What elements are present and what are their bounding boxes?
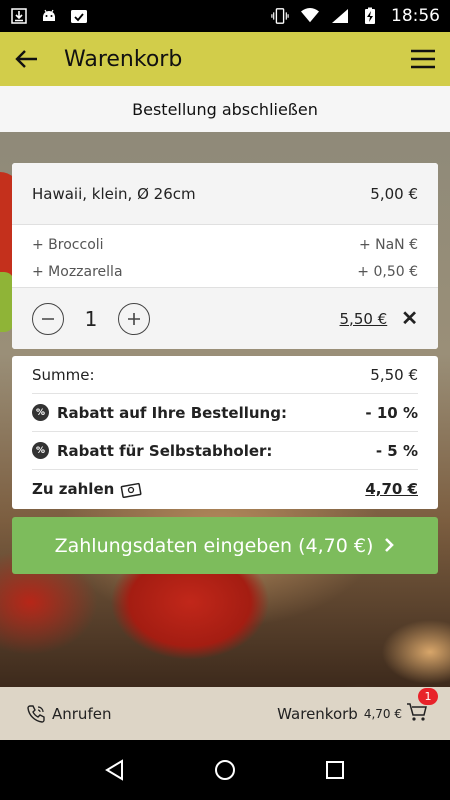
page-title: Warenkorb bbox=[64, 46, 183, 72]
cart-total: 4,70 € bbox=[363, 706, 402, 721]
quantity-value: 1 bbox=[84, 306, 98, 331]
cash-icon bbox=[120, 480, 142, 498]
wifi-icon bbox=[301, 7, 319, 25]
discount-row: % Rabatt auf Ihre Bestellung: - 10 % bbox=[32, 394, 418, 432]
extra-name: + Broccoli bbox=[32, 236, 104, 253]
shopping-cart-icon: 1 bbox=[406, 687, 438, 726]
nav-recents-button[interactable] bbox=[315, 750, 355, 790]
total-value: 4,70 € bbox=[365, 480, 418, 498]
image-check-icon bbox=[70, 7, 88, 25]
discount-label: Rabatt für Selbstabholer: bbox=[57, 441, 273, 460]
circle-home-icon bbox=[215, 760, 235, 780]
line-total: 5,50 € bbox=[339, 309, 388, 328]
chevron-right-icon bbox=[383, 534, 395, 558]
remove-item-button[interactable]: ✕ bbox=[401, 306, 418, 331]
close-icon: ✕ bbox=[401, 308, 418, 330]
cart-item-price: 5,00 € bbox=[370, 184, 418, 203]
call-button[interactable]: Anrufen bbox=[26, 704, 111, 724]
cart-item-header: Hawaii, klein, Ø 26cm 5,00 € bbox=[12, 163, 438, 225]
clock: 18:56 bbox=[391, 6, 440, 26]
cart-item-card: Hawaii, klein, Ø 26cm 5,00 € + Broccoli … bbox=[12, 163, 438, 349]
percent-badge-icon: % bbox=[32, 404, 49, 421]
enter-payment-button[interactable]: Zahlungsdaten eingeben (4,70 €) bbox=[12, 517, 438, 574]
signal-icon bbox=[331, 7, 349, 25]
plus-icon bbox=[128, 312, 140, 325]
subtotal-value: 5,50 € bbox=[370, 365, 418, 384]
percent-badge-icon: % bbox=[32, 442, 49, 459]
download-icon bbox=[10, 7, 28, 25]
battery-charging-icon bbox=[361, 7, 379, 25]
menu-button[interactable] bbox=[408, 44, 438, 74]
call-label: Anrufen bbox=[52, 704, 112, 723]
android-icon bbox=[40, 7, 58, 25]
vibrate-icon bbox=[271, 7, 289, 25]
extra-item: + Broccoli + NaN € bbox=[32, 231, 418, 258]
discount-value: - 5 % bbox=[375, 441, 418, 460]
arrow-left-icon bbox=[15, 50, 37, 68]
enter-payment-label: Zahlungsdaten eingeben (4,70 €) bbox=[54, 534, 374, 557]
cart-count-badge: 1 bbox=[418, 687, 438, 705]
subtotal-label: Summe: bbox=[32, 365, 95, 384]
total-row: Zu zahlen 4,70 € bbox=[32, 470, 418, 508]
triangle-back-icon bbox=[105, 759, 123, 781]
system-navigation-bar bbox=[0, 740, 450, 800]
order-summary: Summe: 5,50 € % Rabatt auf Ihre Bestellu… bbox=[12, 356, 438, 509]
cart-item-name: Hawaii, klein, Ø 26cm bbox=[32, 184, 196, 203]
increase-quantity-button[interactable] bbox=[118, 302, 150, 335]
square-recents-icon bbox=[326, 761, 344, 779]
extra-item: + Mozzarella + 0,50 € bbox=[32, 258, 418, 285]
cart-button[interactable]: Warenkorb 4,70 € 1 bbox=[277, 687, 438, 726]
app-bar: Warenkorb bbox=[0, 32, 450, 86]
section-title: Bestellung abschließen bbox=[0, 86, 450, 132]
decrease-quantity-button[interactable] bbox=[32, 302, 64, 335]
minus-icon bbox=[42, 317, 54, 320]
extra-price: + NaN € bbox=[358, 236, 418, 253]
discount-label: Rabatt auf Ihre Bestellung: bbox=[57, 403, 287, 422]
discount-value: - 10 % bbox=[365, 403, 418, 422]
extra-price: + 0,50 € bbox=[357, 263, 418, 280]
extras-list: + Broccoli + NaN € + Mozzarella + 0,50 € bbox=[12, 225, 438, 289]
discount-row: % Rabatt für Selbstabholer: - 5 % bbox=[32, 432, 418, 470]
hamburger-icon bbox=[411, 49, 435, 69]
subtotal-row: Summe: 5,50 € bbox=[32, 356, 418, 394]
nav-back-button[interactable] bbox=[95, 750, 135, 790]
total-label: Zu zahlen bbox=[32, 480, 115, 498]
quantity-row: 1 5,50 € ✕ bbox=[12, 287, 438, 349]
extra-name: + Mozzarella bbox=[32, 263, 123, 280]
nav-home-button[interactable] bbox=[205, 750, 245, 790]
status-bar: 18:56 bbox=[0, 0, 450, 32]
back-button[interactable] bbox=[12, 44, 42, 74]
phone-icon bbox=[27, 704, 45, 723]
bottom-action-bar: Anrufen Warenkorb 4,70 € 1 bbox=[0, 687, 450, 740]
cart-label: Warenkorb bbox=[277, 704, 358, 723]
